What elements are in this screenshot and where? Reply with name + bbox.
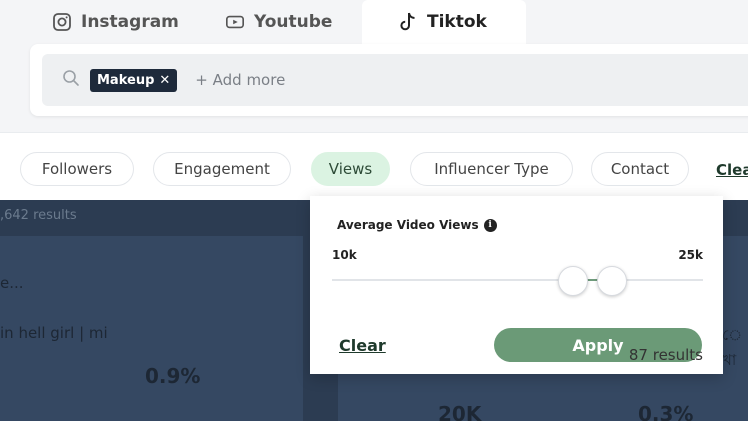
card-stat: 20K <box>438 402 482 421</box>
tiktok-icon <box>398 12 418 32</box>
filter-views[interactable]: Views <box>311 152 390 186</box>
card-stat: 0.9% <box>145 364 201 388</box>
filter-bar: Followers Engagement Views Influencer Ty… <box>0 132 748 200</box>
search-panel: Makeup ✕ + Add more <box>0 44 748 132</box>
filter-contact[interactable]: Contact <box>591 152 689 186</box>
tab-label: Tiktok <box>427 12 487 32</box>
search-input[interactable]: Makeup ✕ + Add more <box>42 54 748 106</box>
filter-influencer-type[interactable]: Influencer Type <box>410 152 573 186</box>
range-slider-track[interactable] <box>332 279 703 281</box>
search-card: Makeup ✕ + Add more <box>30 44 748 116</box>
tab-tiktok[interactable]: Tiktok <box>362 0 526 44</box>
platform-tabs: Instagram Youtube Tiktok <box>0 0 748 44</box>
card-bio: in hell girl | mi <box>0 324 108 342</box>
keyword-chip[interactable]: Makeup ✕ <box>90 68 178 92</box>
clear-all-link[interactable]: Clea <box>716 161 748 179</box>
add-more-link[interactable]: + Add more <box>195 71 285 89</box>
results-count: ,642 results <box>0 208 77 223</box>
range-min-label: 10k <box>332 248 357 262</box>
popover-result-count: 87 results <box>628 346 703 364</box>
range-slider-max-handle[interactable] <box>597 266 628 296</box>
instagram-icon <box>52 12 72 32</box>
tab-youtube[interactable]: Youtube <box>225 0 332 44</box>
popover-title-text: Average Video Views <box>337 218 479 232</box>
filter-engagement[interactable]: Engagement <box>153 152 291 186</box>
filter-followers[interactable]: Followers <box>20 152 134 186</box>
tab-label: Youtube <box>254 12 333 32</box>
chip-label: Makeup <box>97 72 155 88</box>
tab-label: Instagram <box>81 12 179 32</box>
youtube-icon <box>225 12 245 32</box>
tab-instagram[interactable]: Instagram <box>52 0 179 44</box>
card-bio: ে খা <box>722 326 743 369</box>
range-max-label: 25k <box>678 248 703 262</box>
range-slider-min-handle[interactable] <box>558 266 589 296</box>
popover-title: Average Video Views i <box>337 218 497 232</box>
influencer-card[interactable]: e... in hell girl | mi 0.9% <box>0 236 303 421</box>
card-name: e... <box>0 274 24 292</box>
close-icon[interactable]: ✕ <box>159 73 170 88</box>
search-icon <box>62 69 80 91</box>
card-stat: 0.3% <box>638 402 694 421</box>
info-icon[interactable]: i <box>483 218 497 232</box>
